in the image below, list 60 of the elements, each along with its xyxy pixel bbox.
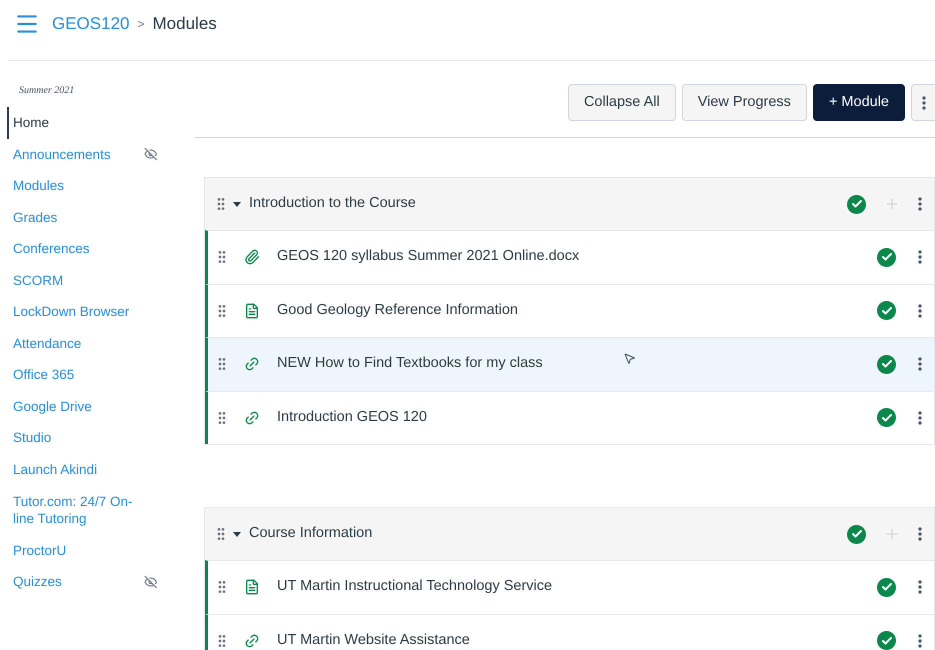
module-title: Introduction to the Course <box>249 194 416 214</box>
nav-link[interactable]: Studio <box>7 422 149 454</box>
published-icon[interactable] <box>877 354 896 374</box>
more-options-icon[interactable] <box>918 634 922 648</box>
item-title[interactable]: UT Martin Instructional Technology Service <box>277 576 552 598</box>
nav-link[interactable]: Conferences <box>7 233 149 265</box>
more-options-icon <box>922 96 926 110</box>
more-button[interactable] <box>911 84 935 121</box>
item-title[interactable]: GEOS 120 syllabus Summer 2021 Online.docx <box>277 246 580 268</box>
more-options-icon[interactable] <box>918 410 922 425</box>
course-link[interactable]: GEOS120 <box>52 11 130 37</box>
collapse-caret-icon[interactable] <box>233 532 241 536</box>
item-title[interactable]: NEW How to Find Textbooks for my class <box>277 353 543 376</box>
item-title[interactable]: Introduction GEOS 120 <box>277 406 427 429</box>
document-icon <box>244 302 260 319</box>
nav-link[interactable]: Home <box>7 107 149 139</box>
collapse-caret-icon[interactable] <box>233 202 241 206</box>
nav-link[interactable]: Office 365 <box>7 359 149 391</box>
nav-link[interactable]: Announcements <box>7 138 144 170</box>
item-title[interactable]: UT Martin Website Assistance <box>277 630 470 650</box>
add-module-button[interactable]: + Module <box>812 84 905 121</box>
published-icon[interactable] <box>877 248 896 267</box>
published-icon[interactable] <box>847 524 866 544</box>
breadcrumb-separator: > <box>138 16 145 33</box>
nav-link[interactable]: Quizzes <box>7 566 144 598</box>
published-icon[interactable] <box>877 301 896 320</box>
published-icon[interactable] <box>877 578 896 597</box>
module-title: Course Information <box>249 524 372 544</box>
module-item[interactable]: GEOS 120 syllabus Summer 2021 Online.docx <box>205 230 934 284</box>
nav-link[interactable]: LockDown Browser <box>7 296 149 328</box>
nav-link[interactable]: Tutor.com: 24/7 On-line Tutoring <box>7 486 149 535</box>
nav-link[interactable]: ProctorU <box>7 534 149 566</box>
nav-link[interactable]: Launch Akindi <box>7 454 149 486</box>
nav-link[interactable]: Grades <box>7 202 149 234</box>
module-item[interactable]: NEW How to Find Textbooks for my class <box>205 337 934 390</box>
more-options-icon[interactable] <box>918 197 922 211</box>
page-title: Modules <box>152 13 217 36</box>
nav-link[interactable]: Google Drive <box>7 390 149 422</box>
more-options-icon[interactable] <box>918 527 922 541</box>
more-options-icon[interactable] <box>918 357 922 372</box>
more-options-icon[interactable] <box>918 250 922 264</box>
published-icon[interactable] <box>877 631 896 650</box>
nav-link[interactable]: Modules <box>7 170 149 202</box>
more-options-icon[interactable] <box>918 304 922 318</box>
module-item[interactable]: Introduction GEOS 120 <box>205 390 934 444</box>
more-options-icon[interactable] <box>918 580 922 594</box>
document-icon <box>244 579 260 596</box>
toolbar-button[interactable]: View Progress <box>682 84 807 121</box>
nav-link[interactable]: SCORM <box>7 264 149 296</box>
module-item[interactable]: UT Martin Instructional Technology Service <box>205 560 934 614</box>
paperclip-icon <box>244 249 260 266</box>
module-item[interactable]: UT Martin Website Assistance <box>205 614 934 650</box>
term-label: Summer 2021 <box>18 84 76 98</box>
published-icon[interactable] <box>877 408 896 428</box>
item-title[interactable]: Good Geology Reference Information <box>277 300 518 322</box>
published-icon[interactable] <box>847 194 866 214</box>
module-item[interactable]: Good Geology Reference Information <box>205 284 934 337</box>
cursor-icon <box>623 352 636 365</box>
toolbar-button[interactable]: Collapse All <box>568 84 676 121</box>
nav-link[interactable]: Attendance <box>7 328 149 360</box>
